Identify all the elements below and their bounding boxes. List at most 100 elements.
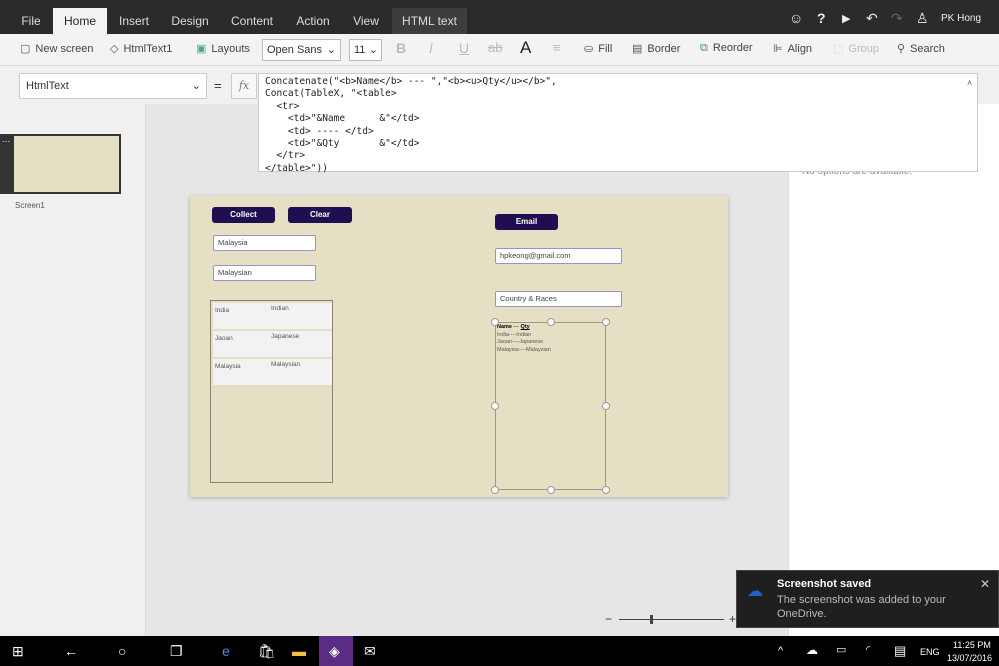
zoom-out-button[interactable]: − [605, 612, 612, 626]
tab-content[interactable]: Content [222, 8, 282, 34]
task-view-icon[interactable]: ❐ [170, 643, 183, 660]
fx-icon[interactable]: fx [231, 73, 257, 99]
html-header-sep: --- [511, 324, 521, 330]
powerapps-taskbar-button[interactable]: ◈ [319, 636, 353, 666]
html-line: Jaoan----Japanese [497, 339, 544, 346]
resize-handle[interactable] [491, 402, 499, 410]
taskbar: ⊞ ← ○ ❐ e 🛍 ▬ ◈ ✉ ^ ☁ ▭ ◜ ▤ ENG 11:25 PM… [0, 636, 999, 666]
border-button[interactable]: ▤ Border [632, 42, 680, 55]
search-button[interactable]: ⚲ Search [897, 42, 945, 55]
onedrive-tray-icon[interactable]: ☁ [806, 643, 818, 657]
back-icon[interactable]: ← [64, 643, 78, 659]
zoom-in-button[interactable]: + [729, 612, 736, 626]
screens-panel: … Screen1 [0, 104, 146, 636]
undo-icon[interactable]: ↶ [866, 10, 878, 27]
reorder-label: Reorder [712, 42, 753, 54]
gallery[interactable]: India Indian Jaoan Japanese Malaysia Malays… [210, 300, 333, 483]
reorder-button[interactable]: ⧉ Reorder [700, 42, 753, 55]
email-input[interactable]: hpkeong@gmail.com [495, 248, 622, 264]
battery-icon[interactable]: ▭ [836, 643, 846, 656]
gallery-row[interactable]: Malaysia Malaysian [213, 359, 332, 385]
fill-label: Fill [598, 43, 613, 55]
resize-handle[interactable] [602, 486, 610, 494]
file-explorer-icon[interactable]: ▬ [292, 643, 306, 659]
new-screen-button[interactable]: ▢ New screen [20, 42, 93, 55]
resize-handle[interactable] [602, 402, 610, 410]
smiley-icon[interactable]: ☺ [789, 10, 803, 26]
search-label: Search [910, 43, 945, 55]
screen-name[interactable]: Screen1 [15, 201, 45, 210]
layouts-button[interactable]: ▣ Layouts [196, 42, 250, 55]
strikethrough-icon[interactable]: ab [488, 40, 502, 55]
collapse-icon[interactable]: ˄ [967, 78, 972, 88]
gallery-row[interactable]: India Indian [213, 303, 332, 329]
gallery-row[interactable]: Jaoan Japanese [213, 331, 332, 357]
subject-input[interactable]: Country & Races [495, 291, 622, 307]
property-select[interactable]: HtmlText ⌄ [19, 73, 207, 99]
tag-icon: ◇ [110, 43, 119, 55]
zoom-slider[interactable]: − + [605, 612, 740, 626]
store-icon[interactable]: 🛍 [258, 643, 276, 660]
group-button[interactable]: ⬚ Group [833, 42, 879, 55]
close-icon[interactable]: ✕ [980, 577, 990, 591]
language-indicator[interactable]: ENG [920, 647, 940, 657]
toast-body: The screenshot was added to your OneDriv… [777, 594, 946, 620]
action-center-icon[interactable]: ▤ [894, 643, 906, 659]
race-input[interactable]: Malaysian [213, 265, 316, 281]
user-icon[interactable]: ♙ [916, 10, 929, 27]
more-icon[interactable]: … [0, 134, 12, 194]
cortana-icon[interactable]: ○ [118, 643, 126, 659]
group-icon: ⬚ [833, 43, 844, 55]
layouts-label: Layouts [211, 43, 250, 55]
clock-date[interactable]: 13/07/2016 [947, 653, 992, 663]
options-panel: No options are available. [788, 104, 999, 636]
tab-insert[interactable]: Insert [110, 8, 158, 34]
tab-home[interactable]: Home [53, 8, 107, 34]
align-button[interactable]: ⊫ Align [773, 42, 812, 55]
font-size-value: 11 [354, 44, 366, 56]
tab-action[interactable]: Action [290, 8, 336, 34]
redo-icon[interactable]: ↷ [891, 10, 903, 27]
resize-handle[interactable] [491, 318, 499, 326]
fill-icon: ⛀ [584, 43, 594, 55]
chevron-up-icon[interactable]: ^ [778, 645, 783, 657]
resize-handle[interactable] [602, 318, 610, 326]
tab-view[interactable]: View [346, 8, 386, 34]
underline-icon[interactable]: U [459, 40, 469, 56]
gallery-name: Malaysia [215, 363, 241, 370]
edge-icon[interactable]: e [222, 643, 230, 659]
notification-toast[interactable]: ☁ Screenshot saved The screenshot was ad… [736, 570, 999, 628]
wifi-icon[interactable]: ◜ [866, 643, 870, 656]
menu-bar: File Home Insert Design Content Action V… [0, 0, 999, 34]
email-button[interactable]: Email [495, 214, 558, 230]
play-icon[interactable]: ▶ [842, 12, 850, 25]
bold-icon[interactable]: B [396, 40, 406, 56]
font-size-select[interactable]: 11 ⌄ [349, 39, 382, 61]
font-select[interactable]: Open Sans ⌄ [262, 39, 341, 61]
help-icon[interactable]: ? [817, 10, 826, 26]
resize-handle[interactable] [491, 486, 499, 494]
control-name-button[interactable]: ◇ HtmlText1 [110, 42, 172, 55]
italic-icon[interactable]: I [429, 40, 433, 56]
formula-input[interactable]: Concatenate("<b>Name</b> --- ","<b><u>Qt… [258, 73, 978, 174]
text-align-icon[interactable]: ≡ [553, 40, 561, 55]
mail-icon[interactable]: ✉ [364, 643, 376, 660]
country-input[interactable]: Malaysia [213, 235, 316, 251]
screen-thumbnail[interactable] [12, 134, 121, 194]
layouts-icon: ▣ [196, 43, 207, 55]
zoom-thumb[interactable] [650, 615, 653, 624]
tab-design[interactable]: Design [163, 8, 217, 34]
property-value: HtmlText [26, 80, 69, 92]
resize-handle[interactable] [547, 486, 555, 494]
font-color-icon[interactable]: A [520, 38, 531, 58]
html-text-control[interactable]: Name --- Qty India----Indian Jaoan----Ja… [495, 322, 606, 490]
clear-button[interactable]: Clear [288, 207, 352, 223]
tab-html-text[interactable]: HTML text [392, 8, 467, 34]
user-name[interactable]: PK Hong [941, 13, 981, 24]
tab-file[interactable]: File [12, 8, 50, 34]
collect-button[interactable]: Collect [212, 207, 275, 223]
resize-handle[interactable] [547, 318, 555, 326]
fill-button[interactable]: ⛀ Fill [584, 42, 612, 55]
windows-start-icon[interactable]: ⊞ [12, 643, 24, 660]
clock-time[interactable]: 11:25 PM [953, 640, 991, 650]
